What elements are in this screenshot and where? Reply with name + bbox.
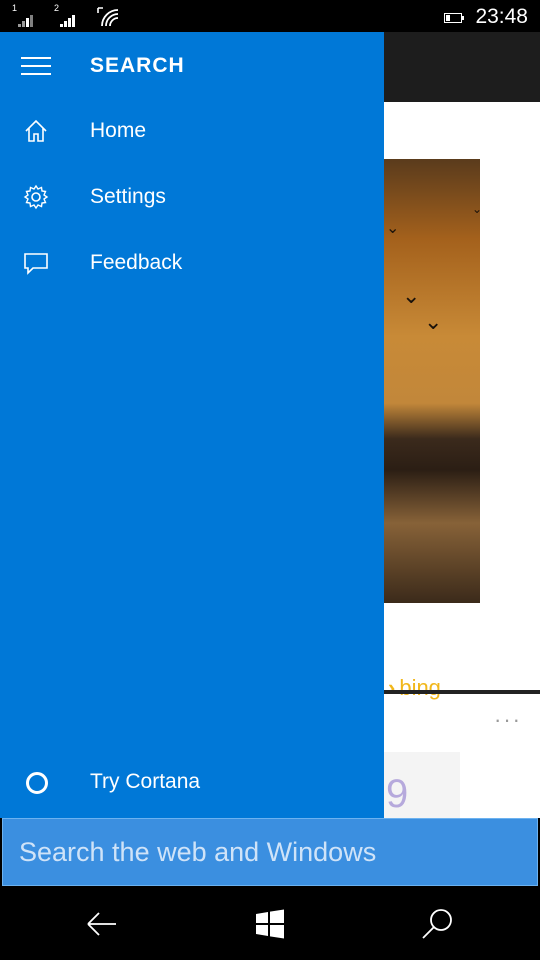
bing-label: bing [399, 675, 441, 700]
nav-item-settings[interactable]: Settings [0, 170, 384, 226]
nav-item-label: Settings [90, 185, 166, 208]
card-thumbnail[interactable]: 9 [384, 752, 460, 822]
nav-item-home[interactable]: Home [0, 104, 384, 160]
search-icon[interactable] [416, 902, 460, 946]
nav-item-label: Home [90, 119, 147, 142]
home-icon [25, 119, 47, 142]
drawer-title: SEARCH [90, 54, 185, 77]
status-bar: 1 2 23:48 [0, 0, 540, 32]
battery-icon [444, 13, 464, 23]
cortana-icon [26, 772, 48, 794]
hamburger-menu-icon[interactable] [21, 57, 51, 77]
search-input[interactable] [2, 818, 538, 886]
nav-item-feedback[interactable]: Feedback [0, 236, 384, 292]
background-page: ⌄ ⌄ ⌄ ⌄ › bing ··· 9 [384, 32, 540, 888]
system-nav-bar [0, 888, 540, 960]
bird-icon: ⌄ [386, 220, 400, 237]
search-bar [0, 818, 540, 888]
clock: 23:48 [475, 5, 528, 28]
sim1-label: 1 [12, 3, 18, 13]
more-icon[interactable]: ··· [494, 707, 522, 733]
page-header [384, 32, 540, 102]
try-cortana-button[interactable]: Try Cortana [0, 757, 384, 813]
thumb-glyph: 9 [386, 772, 409, 816]
divider [384, 690, 540, 694]
bird-icon: ⌄ [402, 283, 421, 308]
feedback-icon [24, 253, 48, 275]
gear-icon [23, 184, 49, 210]
bird-icon: ⌄ [424, 309, 443, 334]
nav-item-label: Feedback [90, 251, 183, 274]
bing-logo: › bing [388, 675, 441, 700]
cortana-label: Try Cortana [90, 770, 201, 793]
navigation-drawer: SEARCH Home Settings Feedback Try Cortan… [0, 32, 384, 818]
windows-start-icon[interactable] [248, 902, 292, 946]
sim2-label: 2 [54, 3, 60, 13]
wifi-icon [97, 7, 119, 27]
back-arrow-icon[interactable] [80, 902, 124, 946]
bing-image-of-day[interactable]: ⌄ ⌄ ⌄ ⌄ › bing [384, 159, 483, 700]
bird-icon: ⌄ [472, 202, 483, 216]
